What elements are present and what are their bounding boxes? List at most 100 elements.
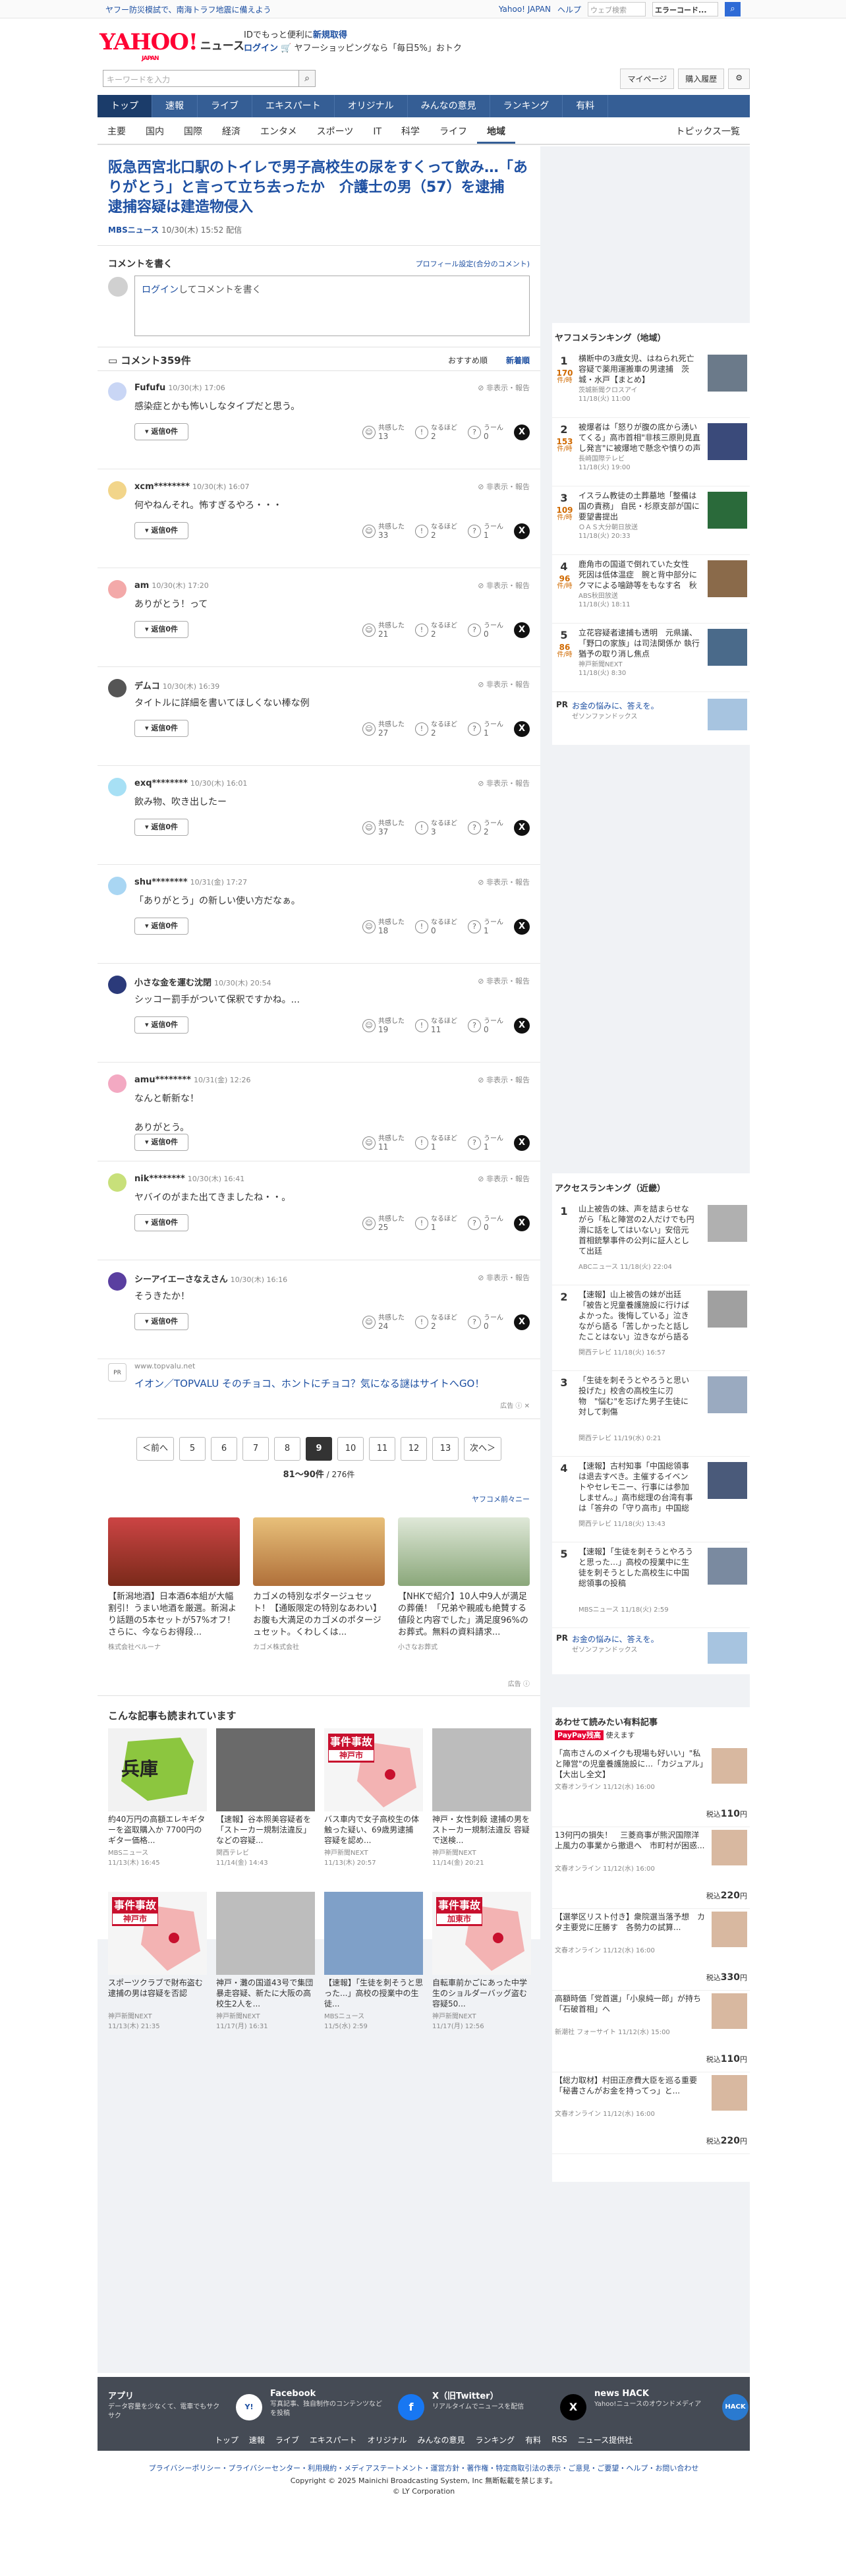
related-title[interactable]: スポーツクラブで財布盗む 逮捕の男は容疑を否認 [108, 1977, 207, 2009]
purchase-history-button[interactable]: 購入履歴 [678, 69, 725, 89]
reaction-uun-button[interactable]: ? うーん 0 [468, 1018, 503, 1034]
ranking-item[interactable]: 4 96 件/時 鹿角市の国道で倒れていた女性 死因は低体温症 腕と背中部分にクマによ… [552, 555, 750, 624]
x-share-icon[interactable]: X [514, 622, 530, 638]
fnav-link[interactable]: 有料 [525, 2434, 541, 2445]
page-9-current[interactable]: 9 [306, 1437, 332, 1461]
ranking-item[interactable]: 2 【速報】山上被告の妹が出廷「被告と児童養護施設に行けばよかった。後悔している」… [552, 1285, 750, 1371]
reaction-nonaru-button[interactable]: ! なるほど 2 [415, 424, 457, 440]
reply-button[interactable]: ▾ 返信0件 [134, 1214, 188, 1231]
reaction-nonaru-button[interactable]: ! なるほど 2 [415, 523, 457, 539]
signup-link[interactable]: 新規取得 [313, 30, 347, 40]
article-title[interactable]: 阪急西宮北口駅のトイレで男子高校生の尿をすくって飲み…「ありがとう」と言って立ち… [108, 158, 530, 218]
comment-login-link[interactable]: ログイン [142, 285, 179, 295]
reply-button[interactable]: ▾ 返信0件 [134, 522, 188, 539]
reaction-uun-button[interactable]: ? うーん 2 [468, 820, 503, 836]
reply-button[interactable]: ▾ 返信0件 [134, 1134, 188, 1151]
cat-it[interactable]: IT [363, 119, 391, 144]
reaction-nonaru-button[interactable]: ! なるほど 2 [415, 1314, 457, 1330]
reaction-nonaru-button[interactable]: ! なるほど 2 [415, 622, 457, 638]
related-article[interactable]: 神戸・女性刺殺 逮捕の男をストーカー規制法違反 容疑で送検... 神戸新聞NEXT… [432, 1728, 531, 1867]
report-link[interactable]: ⊘ 非表示・報告 [478, 679, 530, 689]
prev-page-button[interactable]: ＜前へ [136, 1437, 174, 1461]
gnav-top[interactable]: トップ [98, 95, 152, 117]
footer-newshack[interactable]: news HACK Yahoo!ニュースのオウンドメディア HACK [594, 2389, 752, 2420]
ranking-item[interactable]: 3 「生徒を刺そうとやろうと思い投げた」校舎の高校生に刃物 "悩む"を忘げた男子生… [552, 1371, 750, 1457]
article-source[interactable]: MBSニュース [108, 225, 159, 235]
cat-international[interactable]: 国際 [174, 119, 212, 144]
cat-science[interactable]: 科学 [391, 119, 430, 144]
settings-gear-icon[interactable]: ⚙ [728, 69, 750, 89]
disaster-alert-link[interactable]: ヤフー防災模試で、南海トラフ地震に備えよう [105, 4, 271, 15]
paid-article[interactable]: 13何円の損失！ 三菱商事が熊沢国際洋上風力の事業から撤退へ 市町村が困惑...… [552, 1827, 750, 1909]
profile-settings-link[interactable]: プロフィール設定(合分のコメント) [416, 258, 530, 269]
report-link[interactable]: ⊘ 非表示・報告 [478, 877, 530, 887]
commenter-name[interactable]: 小さな金を運む沈閉 10/30(木) 20:54 [134, 976, 271, 988]
reply-button[interactable]: ▾ 返信0件 [134, 918, 188, 935]
reply-button[interactable]: ▾ 返信0件 [134, 621, 188, 638]
page-13[interactable]: 13 [432, 1437, 459, 1461]
commenter-name[interactable]: シーアイエーさなえさん 10/30(木) 16:16 [134, 1272, 287, 1285]
gnav-opinion[interactable]: みんなの意見 [408, 95, 490, 117]
footer-links[interactable]: プライバシーポリシー・プライバシーセンター・利用規約・メディアステートメント・運… [98, 2463, 750, 2473]
fnav-link[interactable]: トップ [215, 2434, 239, 2445]
reaction-agree-button[interactable]: ☺ 共感した 27 [362, 721, 405, 737]
fnav-link[interactable]: RSS [551, 2435, 567, 2444]
paid-article[interactable]: 高額時価「党首選」「小泉純一郎」が持ち「石破首相」へ 新潮社 フォーサイト 11/… [552, 1991, 750, 2072]
fnav-link[interactable]: 速報 [249, 2434, 265, 2445]
ranking-item[interactable]: 2 153 件/時 被爆者は「怒りが腹の底から湧いてくる」高市首相"非核三原則見直し発… [552, 418, 750, 486]
grid-ad[interactable]: カゴメの特別なポタージュセット！【通販限定の特別なあわい】お腹も大満足のカゴメの… [253, 1517, 385, 1651]
related-title[interactable]: 神戸・灘の国道43号で集団暴走容疑、新たに大阪の高校生2人を... [216, 1977, 315, 2009]
related-article[interactable]: 事件事故 神戸市 スポーツクラブで財布盗む 逮捕の男は容疑を否認 神戸新聞NEXT 11… [108, 1892, 207, 2030]
reaction-nonaru-button[interactable]: ! なるほど 0 [415, 919, 457, 935]
related-title[interactable]: 【速報】谷本照美容疑者を「ストーカー規制法違反」などの容疑... [216, 1814, 315, 1846]
gnav-breaking[interactable]: 速報 [152, 95, 198, 117]
related-title[interactable]: 【速報】「生徒を刺そうと思った...」高校の授業中の生徒... [324, 1977, 423, 2009]
next-page-button[interactable]: 次へ＞ [464, 1437, 502, 1461]
x-share-icon[interactable]: X [514, 1135, 530, 1151]
header-login-link[interactable]: ログイン [244, 44, 278, 53]
reply-button[interactable]: ▾ 返信0件 [134, 423, 188, 440]
footer-x[interactable]: X（旧Twitter） リアルタイムでニュースを配信 X [432, 2389, 590, 2420]
reaction-nonaru-button[interactable]: ! なるほど 1 [415, 1215, 457, 1231]
cat-economy[interactable]: 経済 [212, 119, 250, 144]
reaction-uun-button[interactable]: ? うーん 1 [468, 523, 503, 539]
reply-button[interactable]: ▾ 返信0件 [134, 819, 188, 836]
gnav-original[interactable]: オリジナル [335, 95, 408, 117]
ranking-item[interactable]: 5 86 件/時 立花容疑者逮捕も透明 元県議、「野口の家族」は司法関係か 執行猶予の… [552, 624, 750, 692]
reaction-agree-button[interactable]: ☺ 共感した 24 [362, 1314, 405, 1330]
side-pr[interactable]: PR お金の悩みに、答えを。 ゼソンファンドックス [552, 1629, 750, 1676]
reaction-uun-button[interactable]: ? うーん 0 [468, 1215, 503, 1231]
reaction-agree-button[interactable]: ☺ 共感した 19 [362, 1018, 405, 1034]
report-link[interactable]: ⊘ 非表示・報告 [478, 382, 530, 393]
page-11[interactable]: 11 [369, 1437, 395, 1461]
reaction-uun-button[interactable]: ? うーん 0 [468, 424, 503, 440]
gnav-live[interactable]: ライブ [198, 95, 252, 117]
page-6[interactable]: 6 [211, 1437, 237, 1461]
related-article[interactable]: 【速報】「生徒を刺そうと思った...」高校の授業中の生徒... MBSニュース 11… [324, 1892, 423, 2030]
related-article[interactable]: 事件事故 加東市 自転車前かごにあった中学生のショルダーバッグ盗む 容疑50... 神… [432, 1892, 531, 2030]
related-article[interactable]: 【速報】谷本照美容疑者を「ストーカー規制法違反」などの容疑... 関西テレビ 11/… [216, 1728, 315, 1867]
cat-entertainment[interactable]: エンタメ [250, 119, 307, 144]
grid-ad[interactable]: 【NHKで紹介】10人中9人が満足の葬儀！「兄弟や親戚も絶賛する値段と内容でした… [398, 1517, 530, 1651]
reaction-nonaru-button[interactable]: ! なるほど 11 [415, 1018, 457, 1034]
footer-app[interactable]: アプリ データ容量を少なくて、電車でもサクサク Y! [108, 2389, 266, 2421]
fnav-link[interactable]: ランキング [476, 2434, 515, 2445]
report-link[interactable]: ⊘ 非表示・報告 [478, 481, 530, 492]
commenter-name[interactable]: shu******** 10/31(金) 17:27 [134, 877, 247, 887]
ad-header-link[interactable]: ヤフコメ前々ニー [472, 1494, 530, 1504]
reaction-agree-button[interactable]: ☺ 共感した 11 [362, 1135, 405, 1151]
reaction-uun-button[interactable]: ? うーん 1 [468, 1135, 503, 1151]
reaction-agree-button[interactable]: ☺ 共感した 37 [362, 820, 405, 836]
report-link[interactable]: ⊘ 非表示・報告 [478, 1074, 530, 1085]
commenter-name[interactable]: nik******** 10/30(木) 16:41 [134, 1173, 244, 1184]
side-pr[interactable]: PR お金の悩みに、答えを。 ゼソンファンドックス [552, 696, 750, 742]
gnav-ranking[interactable]: ランキング [490, 95, 563, 117]
reply-button[interactable]: ▾ 返信0件 [134, 1016, 188, 1034]
x-share-icon[interactable]: X [514, 523, 530, 539]
x-share-icon[interactable]: X [514, 1018, 530, 1034]
search-icon[interactable]: ⌕ [725, 2, 741, 16]
reaction-uun-button[interactable]: ? うーん 0 [468, 622, 503, 638]
sponsored-ad[interactable]: PR www.topvalu.net イオン／TOPVALU そのチョコ、ホント… [108, 1362, 530, 1410]
mypage-button[interactable]: マイページ [620, 69, 675, 89]
reaction-agree-button[interactable]: ☺ 共感した 13 [362, 424, 405, 440]
